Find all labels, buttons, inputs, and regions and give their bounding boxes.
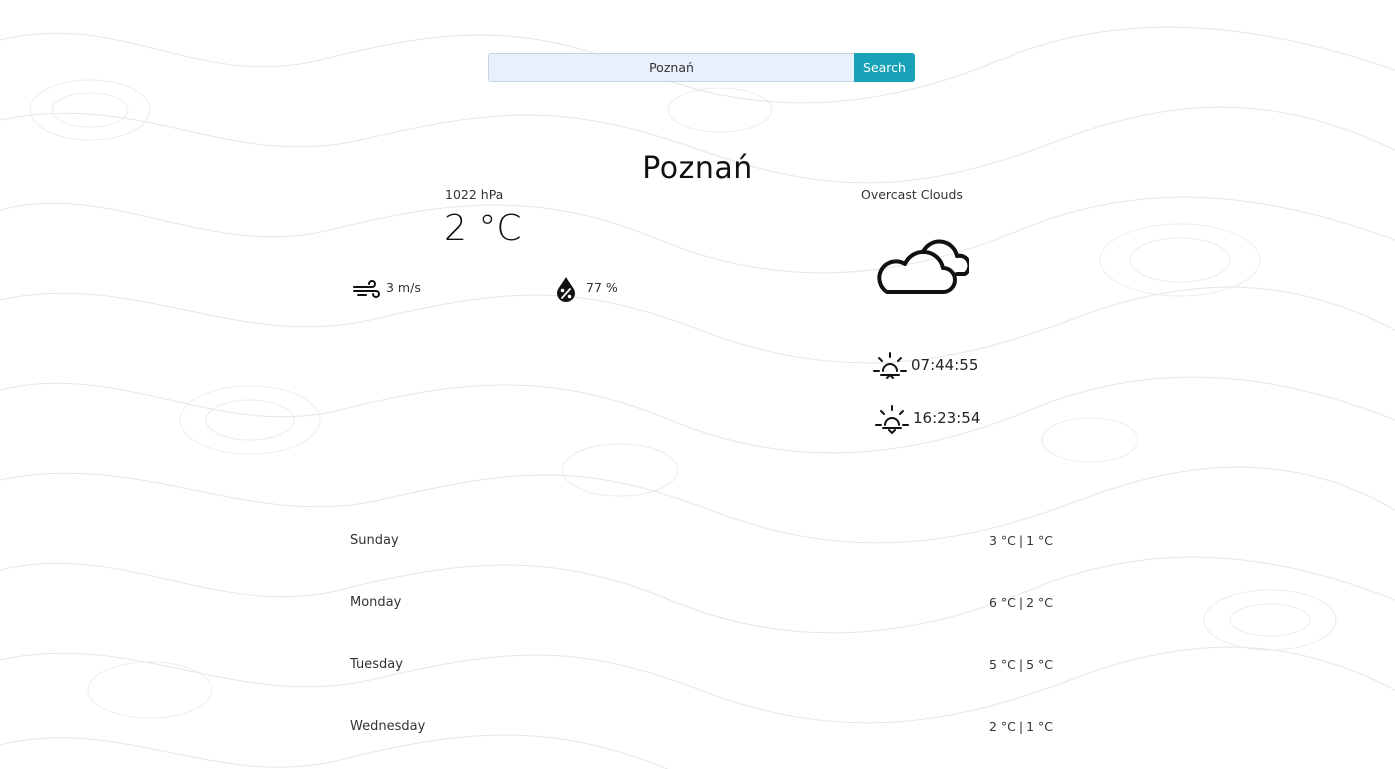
forecast-max: 3 °C xyxy=(988,533,1016,548)
forecast-min: 2 °C xyxy=(1026,595,1053,610)
forecast-temperature-range: 3 °C | 1 °C xyxy=(988,533,1053,548)
sunset-time: 16:23:54 xyxy=(913,409,981,427)
weather-condition: Overcast Clouds xyxy=(861,187,963,202)
sunrise-icon xyxy=(872,349,908,383)
city-name: Poznań xyxy=(642,151,753,186)
forecast-day: Sunday xyxy=(350,533,399,548)
forecast-row: Monday 6 °C | 2 °C xyxy=(350,593,1053,655)
forecast-day: Monday xyxy=(350,595,402,610)
search-button[interactable]: Search xyxy=(854,53,915,82)
wind-icon xyxy=(352,279,382,303)
forecast-min: 1 °C xyxy=(1026,719,1053,734)
sunrise-time: 07:44:55 xyxy=(911,356,979,374)
humidity-drop-icon xyxy=(555,276,577,306)
current-temperature: 2 °C xyxy=(444,208,522,249)
forecast-temperature-range: 6 °C | 2 °C xyxy=(988,595,1053,610)
forecast-day: Wednesday xyxy=(350,719,426,734)
forecast-max: 6 °C xyxy=(988,595,1016,610)
forecast-max: 5 °C xyxy=(988,657,1016,672)
daily-forecast-list: Sunday 3 °C | 1 °C Monday 6 °C | 2 °C Tuesda… xyxy=(350,531,1053,769)
forecast-row: Tuesday 5 °C | 5 °C xyxy=(350,655,1053,717)
forecast-max: 2 °C xyxy=(988,719,1016,734)
forecast-temperature-range: 5 °C | 5 °C xyxy=(988,657,1053,672)
forecast-row: Sunday 3 °C | 1 °C xyxy=(350,531,1053,593)
city-search-input[interactable] xyxy=(488,53,854,82)
forecast-day: Tuesday xyxy=(350,657,403,672)
forecast-row: Wednesday 2 °C | 1 °C xyxy=(350,717,1053,769)
humidity-value: 77 % xyxy=(586,280,618,295)
pressure-value: 1022 hPa xyxy=(445,187,504,202)
forecast-temperature-range: 2 °C | 1 °C xyxy=(988,719,1053,734)
cloud-icon xyxy=(873,232,972,300)
wind-speed: 3 m/s xyxy=(386,280,421,295)
forecast-min: 1 °C xyxy=(1026,533,1053,548)
sunset-icon xyxy=(874,403,910,439)
forecast-min: 5 °C xyxy=(1026,657,1053,672)
